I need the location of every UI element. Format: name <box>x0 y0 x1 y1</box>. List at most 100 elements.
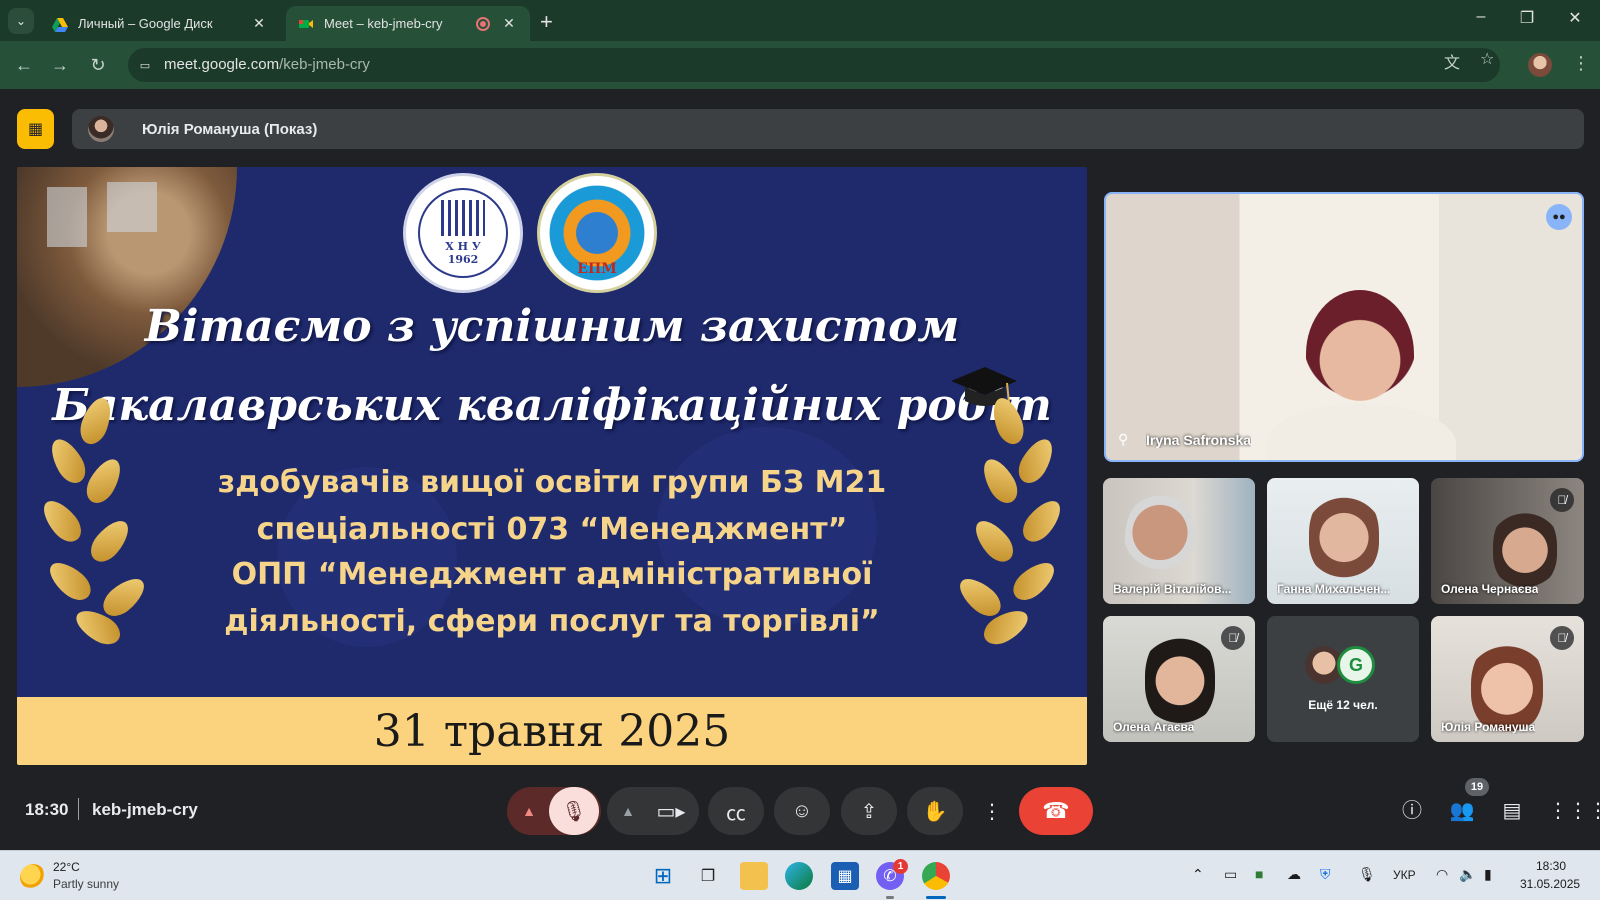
recording-icon <box>476 16 490 31</box>
input-language[interactable]: УКР <box>1393 868 1416 882</box>
active-app-indicator <box>926 896 946 899</box>
participant-tile-more[interactable]: G Ещё 12 чел. <box>1267 616 1419 742</box>
meeting-time: 18:30 <box>25 800 69 819</box>
close-icon[interactable]: ✕ <box>250 15 268 32</box>
close-icon[interactable]: ✕ <box>500 15 518 32</box>
google-meet-icon <box>299 19 313 28</box>
reload-icon[interactable]: ↻ <box>86 53 110 77</box>
participant-name: Олена Агаєва <box>1113 720 1195 734</box>
microphone-tray-icon[interactable]: 🎙 <box>1358 866 1376 883</box>
edge-browser-icon[interactable] <box>785 862 813 890</box>
url-text[interactable]: meet.google.com/keb-jmeb-cry <box>164 56 370 73</box>
reactions-button[interactable]: ☺ <box>774 787 830 835</box>
camera-button[interactable]: ▭▸ <box>646 799 696 824</box>
mic-off-icon: 🎙̸ <box>1550 488 1574 512</box>
chrome-icon[interactable] <box>922 862 950 890</box>
volume-icon[interactable]: 🔈 <box>1459 866 1476 883</box>
captions-icon: ㏄ <box>726 802 746 825</box>
slide-date: 31 травня 2025 <box>17 697 1087 765</box>
windows-start-icon[interactable]: ⊞ <box>649 862 677 890</box>
people-button[interactable]: 👥 <box>1448 797 1476 825</box>
participant-name: Ганна Михальчен... <box>1277 582 1391 596</box>
raise-hand-button[interactable]: ✋ <box>907 787 963 835</box>
chat-icon: ▤ <box>1502 800 1522 822</box>
site-info-icon[interactable]: ▭ <box>134 54 156 76</box>
running-indicator <box>886 896 894 899</box>
participant-tile[interactable]: 🎙̸ Олена Агаєва <box>1103 616 1255 742</box>
shared-screen: Х Н У 1962 ЕПМ Вітаємо з успішним захист… <box>17 167 1087 765</box>
nvidia-icon[interactable]: ■ <box>1255 866 1263 882</box>
security-icon[interactable]: ⛨ <box>1320 866 1331 883</box>
present-button[interactable]: ⇪ <box>841 787 897 835</box>
close-window-icon[interactable]: ✕ <box>1560 8 1590 28</box>
weather-sun-icon[interactable] <box>20 864 46 890</box>
browser-menu-icon[interactable]: ⋮ <box>1572 53 1590 74</box>
presenter-name: Юлія Романуша (Показ) <box>142 120 318 138</box>
google-drive-icon <box>52 17 68 32</box>
activities-button[interactable]: ⋮⋮⋮ <box>1548 797 1600 825</box>
browser-toolbar: ← → ↻ ▭ meet.google.com/keb-jmeb-cry 文 ☆… <box>0 41 1600 89</box>
audio-options-button[interactable]: ▲ <box>509 803 549 819</box>
meeting-info-button[interactable]: ⓘ <box>1398 797 1426 825</box>
address-bar[interactable]: ▭ meet.google.com/keb-jmeb-cry <box>128 48 1500 82</box>
participant-tile[interactable]: 🎙̸ Олена Чернаєва <box>1431 478 1584 604</box>
file-explorer-icon[interactable] <box>740 862 768 890</box>
participant-video <box>1306 290 1414 418</box>
institute-logo: Х Н У 1962 <box>403 173 523 293</box>
clock-time[interactable]: 18:30 <box>1536 859 1566 873</box>
participant-tile[interactable]: 🎙̸ Юлія Романуша <box>1431 616 1584 742</box>
clock-date[interactable]: 31.05.2025 <box>1520 877 1580 891</box>
tab-google-drive[interactable]: Личный – Google Диск ✕ <box>40 6 280 41</box>
people-count-badge: 19 <box>1465 778 1489 796</box>
participant-video <box>1493 504 1557 588</box>
mic-off-icon: 🎙 <box>561 800 587 823</box>
captions-button[interactable]: ㏄ <box>708 787 764 835</box>
translate-icon[interactable]: 文 <box>1444 49 1460 73</box>
info-icon: ⓘ <box>1402 800 1422 822</box>
profile-avatar[interactable] <box>1528 53 1552 77</box>
tab-google-meet[interactable]: Meet – keb-jmeb-cry ✕ <box>286 6 530 41</box>
onedrive-icon[interactable]: ☁ <box>1287 866 1301 883</box>
slide-subtitle-line2: спеціальності 073 “Менеджмент” <box>256 512 848 547</box>
more-options-button[interactable]: ⋮ <box>980 787 1004 835</box>
weather-description[interactable]: Partly sunny <box>53 877 119 891</box>
chevron-down-icon: ⌄ <box>15 14 27 28</box>
display-icon[interactable]: ▭ <box>1224 866 1237 883</box>
leave-call-button[interactable]: ☎ <box>1019 787 1093 835</box>
mic-off-icon: 🎙̸ <box>1221 626 1245 650</box>
tab-bar: ⌄ Личный – Google Диск ✕ Meet – keb-jmeb… <box>0 0 1600 41</box>
mic-off-button[interactable]: 🎙 <box>549 787 599 835</box>
task-view-icon[interactable]: ❐ <box>694 862 722 890</box>
forward-icon[interactable]: → <box>48 53 72 77</box>
battery-icon[interactable]: ▮ <box>1484 866 1492 883</box>
participant-tile[interactable]: Ганна Михальчен... <box>1267 478 1419 604</box>
tray-overflow-icon[interactable]: ⌃ <box>1192 866 1204 883</box>
slide-subtitle-line4: діяльності, сфери послуг та торгівлі” <box>224 604 880 639</box>
weather-temperature[interactable]: 22°C <box>53 860 80 874</box>
pin-icon[interactable]: ⚲ <box>1118 431 1128 448</box>
restore-icon[interactable]: ❐ <box>1512 8 1542 28</box>
participant-tile-main[interactable]: ●● ⚲ Iryna Safronska <box>1104 192 1584 462</box>
microphone-control: ▲ 🎙 <box>507 787 601 835</box>
slide-title-line1: Вітаємо з успішним захистом <box>144 301 960 352</box>
wifi-icon[interactable]: ◠ <box>1436 866 1448 883</box>
bookmark-star-icon[interactable]: ☆ <box>1480 49 1494 69</box>
camera-control: ▲ ▭▸ <box>607 787 699 835</box>
tab-title: Личный – Google Диск <box>78 16 213 31</box>
avatar: G <box>1337 646 1375 684</box>
participant-name: Юлія Романуша <box>1441 720 1536 734</box>
new-tab-button[interactable]: + <box>540 9 553 35</box>
avatar <box>88 116 114 142</box>
back-icon[interactable]: ← <box>12 53 36 77</box>
chat-button[interactable]: ▤ <box>1498 797 1526 825</box>
store-icon[interactable]: ▦ <box>831 862 859 890</box>
mic-off-icon: 🎙̸ <box>1550 626 1574 650</box>
tab-search-button[interactable]: ⌄ <box>8 8 34 34</box>
slide-subtitle-line3: ОПП “Менеджмент адміністративної <box>231 557 873 592</box>
presentation-icon[interactable]: ▦ <box>17 109 54 149</box>
participant-tile[interactable]: Валерій Віталійов... <box>1103 478 1255 604</box>
video-options-button[interactable]: ▲ <box>610 803 646 819</box>
minimize-icon[interactable]: – <box>1466 8 1496 26</box>
more-vert-icon: ⋮ <box>982 800 1002 823</box>
participant-video <box>1145 628 1215 724</box>
